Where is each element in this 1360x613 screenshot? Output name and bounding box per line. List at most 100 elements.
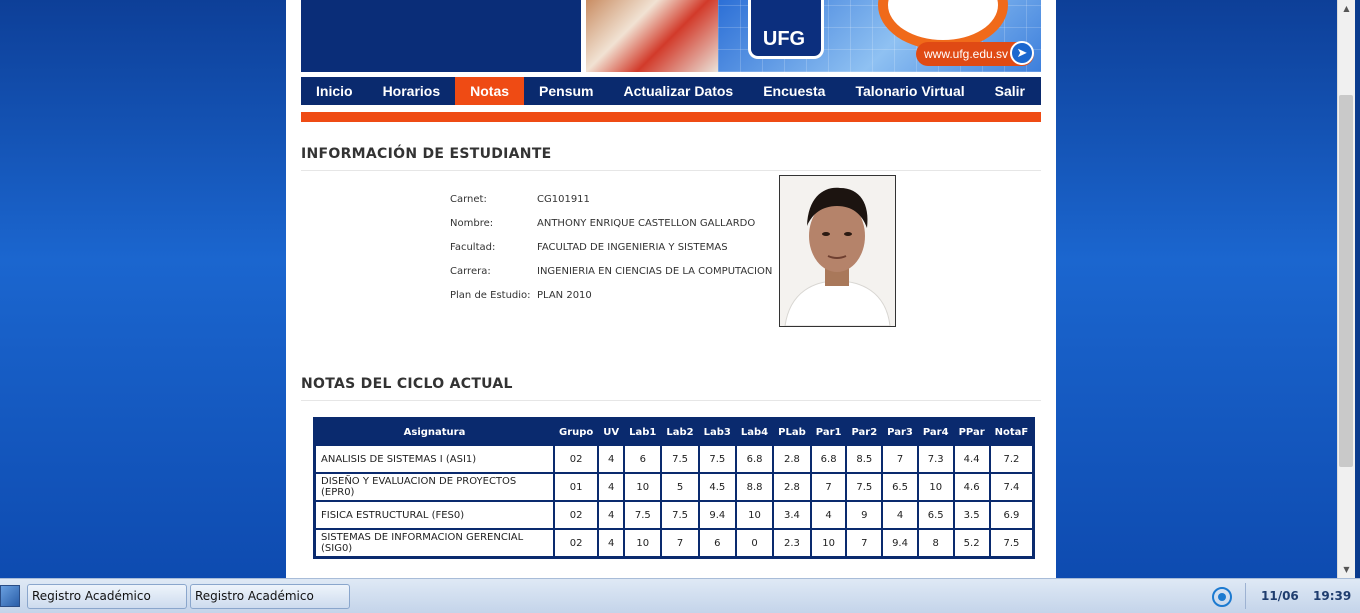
start-button-icon[interactable]: [0, 585, 20, 607]
cell-par3: 6.5: [882, 473, 918, 501]
cell-par2: 9: [846, 501, 883, 529]
scroll-down-arrow-icon[interactable]: ▼: [1338, 561, 1355, 578]
website-link[interactable]: www.ufg.edu.sv ➤: [916, 41, 1034, 66]
cell-asignatura: ANALISIS DE SISTEMAS I (ASI1): [315, 445, 554, 473]
info-row-nombre: Nombre: ANTHONY ENRIQUE CASTELLON GALLAR…: [450, 218, 772, 242]
info-label: Facultad:: [450, 242, 496, 253]
nav-item-inicio[interactable]: Inicio: [301, 77, 368, 105]
cell-lab3: 6: [698, 529, 736, 557]
student-info-table: Carnet: CG101911 Nombre: ANTHONY ENRIQUE…: [450, 194, 772, 314]
cell-uv: 4: [598, 445, 625, 473]
grades-title: NOTAS DEL CICLO ACTUAL: [301, 376, 1041, 401]
cell-lab1: 6: [624, 445, 662, 473]
nav-item-notas[interactable]: Notas: [455, 77, 525, 105]
taskbar-window-button[interactable]: Registro Académico: [190, 584, 350, 609]
banner-students-image: [586, 0, 718, 72]
cell-lab3: 4.5: [698, 473, 736, 501]
cell-par4: 10: [917, 473, 954, 501]
student-photo: [779, 175, 896, 327]
cell-notaf: 7.5: [989, 529, 1034, 557]
cell-uv: 4: [598, 473, 625, 501]
scrollbar-thumb[interactable]: [1339, 95, 1353, 467]
info-value: PLAN 2010: [537, 290, 592, 301]
nav-item-encuesta[interactable]: Encuesta: [748, 77, 840, 105]
student-portrait-icon: [780, 176, 895, 326]
col-header-asignatura: Asignatura: [315, 419, 554, 445]
cell-uv: 4: [598, 501, 625, 529]
clock-time[interactable]: 19:39: [1313, 579, 1351, 613]
cell-lab4: 6.8: [735, 445, 774, 473]
nav-item-actualizar-datos[interactable]: Actualizar Datos: [609, 77, 749, 105]
nav-item-pensum[interactable]: Pensum: [524, 77, 608, 105]
info-row-facultad: Facultad: FACULTAD DE INGENIERIA Y SISTE…: [450, 242, 772, 266]
cell-grupo: 02: [554, 529, 599, 557]
cell-par3: 4: [882, 501, 918, 529]
cell-notaf: 6.9: [989, 501, 1034, 529]
network-tray-icon[interactable]: [1212, 587, 1232, 607]
cell-ppar: 5.2: [953, 529, 990, 557]
cell-par4: 7.3: [917, 445, 954, 473]
cell-par4: 6.5: [917, 501, 954, 529]
info-value: INGENIERIA EN CIENCIAS DE LA COMPUTACION: [537, 266, 773, 277]
info-row-carnet: Carnet: CG101911: [450, 194, 772, 218]
scroll-up-arrow-icon[interactable]: ▲: [1338, 0, 1355, 17]
col-header-par2: Par2: [846, 419, 883, 445]
cell-par3: 7: [882, 445, 918, 473]
taskbar-window-button[interactable]: Registro Académico: [27, 584, 187, 609]
col-header-par3: Par3: [882, 419, 918, 445]
cell-par1: 4: [810, 501, 847, 529]
cell-grupo: 02: [554, 445, 599, 473]
table-row: FISICA ESTRUCTURAL (FES0) 02 4 7.5 7.5 9…: [315, 501, 1034, 529]
cell-par3: 9.4: [882, 529, 918, 557]
cell-par1: 7: [810, 473, 847, 501]
cell-lab2: 7: [661, 529, 699, 557]
main-content: UFG www.ufg.edu.sv ➤ Inicio Horarios Not…: [286, 0, 1056, 578]
cell-ppar: 4.4: [953, 445, 990, 473]
clock-date[interactable]: 11/06: [1261, 579, 1299, 613]
cell-plab: 2.8: [773, 445, 811, 473]
nav-item-talonario-virtual[interactable]: Talonario Virtual: [840, 77, 979, 105]
info-label: Carrera:: [450, 266, 491, 277]
cell-plab: 2.3: [773, 529, 811, 557]
info-label: Carnet:: [450, 194, 487, 205]
cell-ppar: 3.5: [953, 501, 990, 529]
grades-table: Asignatura Grupo UV Lab1 Lab2 Lab3 Lab4 …: [313, 417, 1036, 559]
info-label: Plan de Estudio:: [450, 290, 531, 301]
cell-asignatura: FISICA ESTRUCTURAL (FES0): [315, 501, 554, 529]
cell-par2: 8.5: [846, 445, 883, 473]
banner-dark-panel: [301, 0, 581, 72]
vertical-scrollbar[interactable]: ▲ ▼: [1337, 0, 1355, 578]
cell-lab2: 7.5: [661, 501, 699, 529]
info-label: Nombre:: [450, 218, 494, 229]
col-header-lab2: Lab2: [661, 419, 699, 445]
col-header-lab1: Lab1: [624, 419, 662, 445]
col-header-lab4: Lab4: [735, 419, 774, 445]
taskbar: Registro Académico Registro Académico 11…: [0, 578, 1360, 613]
info-row-plan: Plan de Estudio: PLAN 2010: [450, 290, 772, 314]
grades-header-row: Asignatura Grupo UV Lab1 Lab2 Lab3 Lab4 …: [315, 419, 1034, 445]
table-row: SISTEMAS DE INFORMACION GERENCIAL (SIG0)…: [315, 529, 1034, 557]
nav-item-horarios[interactable]: Horarios: [368, 77, 456, 105]
info-value: ANTHONY ENRIQUE CASTELLON GALLARDO: [537, 218, 756, 229]
cell-asignatura: SISTEMAS DE INFORMACION GERENCIAL (SIG0): [315, 529, 554, 557]
cell-lab2: 5: [661, 473, 699, 501]
accent-divider: [301, 112, 1041, 122]
col-header-par4: Par4: [917, 419, 954, 445]
cell-lab3: 7.5: [698, 445, 736, 473]
cell-lab1: 10: [624, 529, 662, 557]
cell-par2: 7.5: [846, 473, 883, 501]
col-header-plab: PLab: [773, 419, 811, 445]
cell-plab: 3.4: [773, 501, 811, 529]
cell-lab4: 10: [735, 501, 774, 529]
student-info-title: INFORMACIÓN DE ESTUDIANTE: [301, 146, 1041, 171]
table-row: ANALISIS DE SISTEMAS I (ASI1) 02 4 6 7.5…: [315, 445, 1034, 473]
cell-lab1: 7.5: [624, 501, 662, 529]
nav-item-salir[interactable]: Salir: [980, 77, 1040, 105]
cell-notaf: 7.2: [989, 445, 1034, 473]
cell-par1: 6.8: [810, 445, 847, 473]
cell-lab4: 0: [735, 529, 774, 557]
cell-uv: 4: [598, 529, 625, 557]
col-header-lab3: Lab3: [698, 419, 736, 445]
cell-plab: 2.8: [773, 473, 811, 501]
info-value: CG101911: [537, 194, 590, 205]
